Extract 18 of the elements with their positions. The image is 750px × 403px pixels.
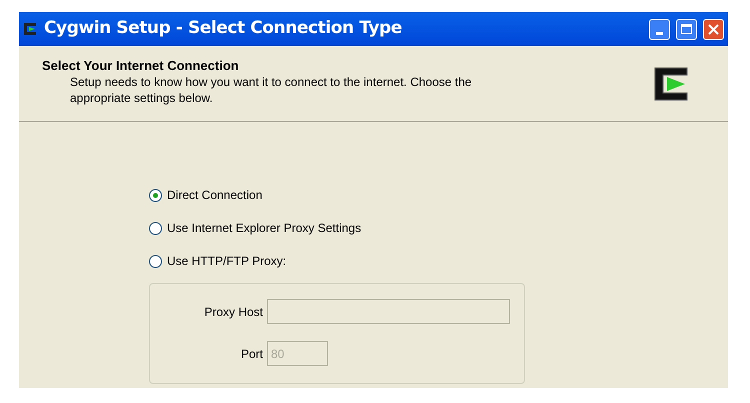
- field-label: Port: [240, 346, 263, 362]
- option-label[interactable]: Use HTTP/FTP Proxy:: [167, 252, 286, 270]
- maximize-button[interactable]: [676, 18, 697, 40]
- radio-button[interactable]: [149, 188, 162, 202]
- page-description: Setup needs to know how you want it to connect to the internet. Choose the appropriate settings below.: [70, 74, 473, 106]
- close-icon: [708, 24, 719, 34]
- window-title: Cygwin Setup - Select Connection Type: [44, 17, 403, 40]
- app-logo-icon: [22, 21, 38, 37]
- maximize-icon: [681, 24, 692, 34]
- field-label: Proxy Host: [203, 304, 263, 320]
- page-heading: Select Your Internet Connection: [42, 58, 240, 74]
- option-label[interactable]: Direct Connection: [167, 186, 262, 204]
- radio-button[interactable]: [149, 254, 162, 268]
- minimize-button[interactable]: [649, 18, 670, 40]
- minimize-icon: [656, 32, 663, 34]
- close-button[interactable]: [703, 18, 724, 40]
- option-label[interactable]: Use Internet Explorer Proxy Settings: [167, 219, 362, 237]
- radio-button[interactable]: [149, 222, 162, 234]
